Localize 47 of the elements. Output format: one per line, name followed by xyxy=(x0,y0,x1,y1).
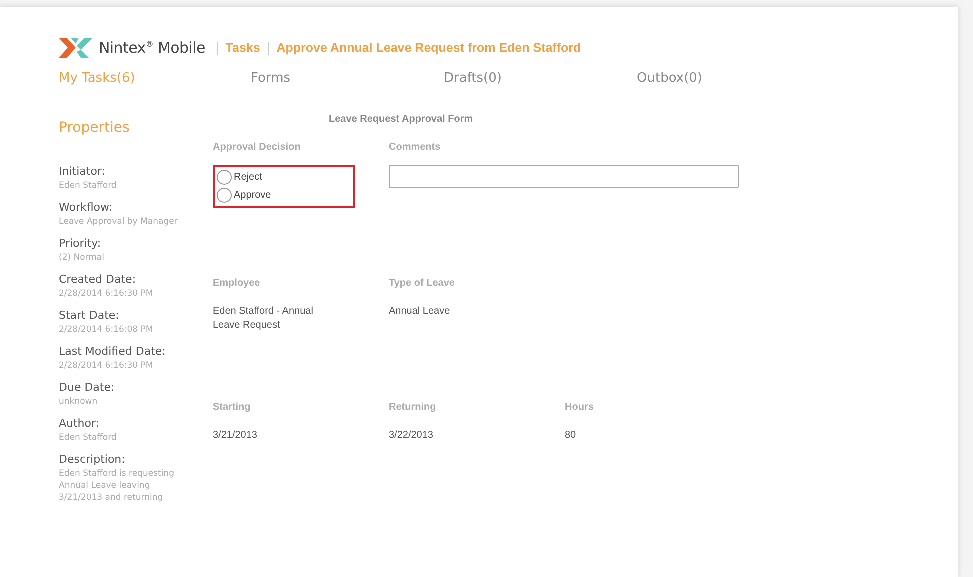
property-value: Eden Stafford xyxy=(59,432,118,444)
property-label: Priority: xyxy=(59,236,102,252)
breadcrumb-separator: | xyxy=(266,40,271,56)
property-value: 2/28/2014 6:16:30 PM xyxy=(59,288,154,300)
radio-icon[interactable] xyxy=(217,188,232,203)
logo-icon xyxy=(59,36,93,60)
radio-icon[interactable] xyxy=(217,170,232,185)
field-label: Hours xyxy=(565,402,595,413)
properties-title: Properties xyxy=(59,120,131,136)
property-label: Author: xyxy=(59,416,101,432)
nav-tab[interactable]: Forms xyxy=(251,71,291,86)
property-value: (2) Normal xyxy=(59,252,106,264)
breadcrumb-item[interactable]: Tasks xyxy=(226,41,260,55)
property-label: Due Date: xyxy=(59,380,116,396)
comments-field[interactable] xyxy=(389,165,739,188)
nav-tab[interactable]: Drafts(0) xyxy=(444,71,502,86)
nav-tab[interactable]: Outbox(0) xyxy=(637,71,702,86)
property-value: 2/28/2014 6:16:08 PM xyxy=(59,324,154,336)
property-label: Created Date: xyxy=(59,272,138,288)
field-value: Eden Stafford - Annual Leave Request xyxy=(213,305,314,333)
field-label: Approval Decision xyxy=(213,142,302,153)
property-label: Start Date: xyxy=(59,308,120,324)
breadcrumb-separator: | xyxy=(215,40,220,56)
radio-option[interactable]: Approve xyxy=(217,188,351,203)
property-label: Workflow: xyxy=(59,200,114,216)
property-value: Eden Stafford is requesting Annual Leave leaving 3/21/2013 and returning xyxy=(59,468,176,504)
property-value: Leave Approval by Manager xyxy=(59,216,179,228)
form-title: Leave Request Approval Form xyxy=(329,114,474,125)
property-label: Initiator: xyxy=(59,164,106,180)
property-value: Eden Stafford xyxy=(59,180,118,192)
property-label: Last Modified Date: xyxy=(59,344,167,360)
property-value: unknown xyxy=(59,396,99,408)
field-label: Comments xyxy=(389,142,442,153)
field-value: 3/21/2013 xyxy=(213,429,258,443)
radio-option[interactable]: Reject xyxy=(217,170,351,185)
field-label: Returning xyxy=(389,402,438,413)
field-label: Employee xyxy=(213,278,262,289)
breadcrumb-item[interactable]: Approve Annual Leave Request from Eden Stafford xyxy=(276,41,582,55)
field-value: 3/22/2013 xyxy=(389,429,434,443)
logo-text: Nintex$^{®}$ Mobile xyxy=(99,39,206,57)
field-value: Annual Leave xyxy=(389,305,452,319)
field-label: Type of Leave xyxy=(389,278,456,289)
field-value: 80 xyxy=(565,429,578,443)
property-value: 2/28/2014 6:16:30 PM xyxy=(59,360,154,372)
nav-tab[interactable]: My Tasks(6) xyxy=(59,71,136,86)
property-label: Description: xyxy=(59,452,126,468)
field-label: Starting xyxy=(213,402,252,413)
